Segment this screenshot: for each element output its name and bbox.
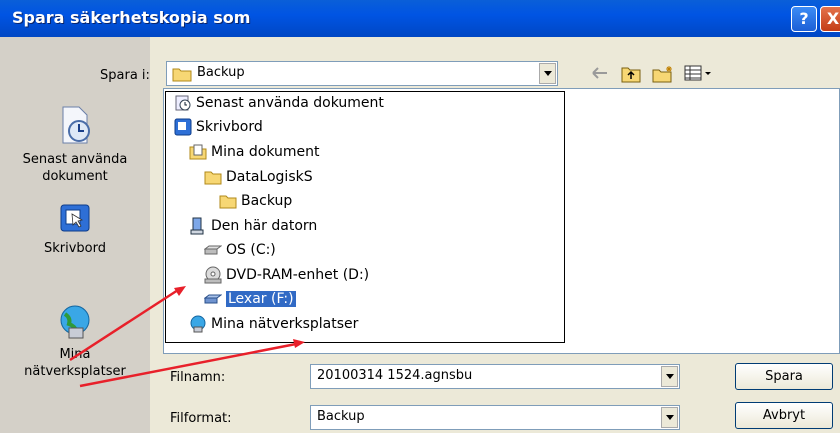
save-backup-dialog: Spara säkerhetskopia som ? X Senast anvä… <box>0 0 840 433</box>
annotation-arrow-network <box>79 342 297 388</box>
annotation-arrowhead-network <box>293 339 305 348</box>
annotation-arrow-lexar <box>69 288 179 362</box>
annotation-arrows <box>69 286 305 388</box>
